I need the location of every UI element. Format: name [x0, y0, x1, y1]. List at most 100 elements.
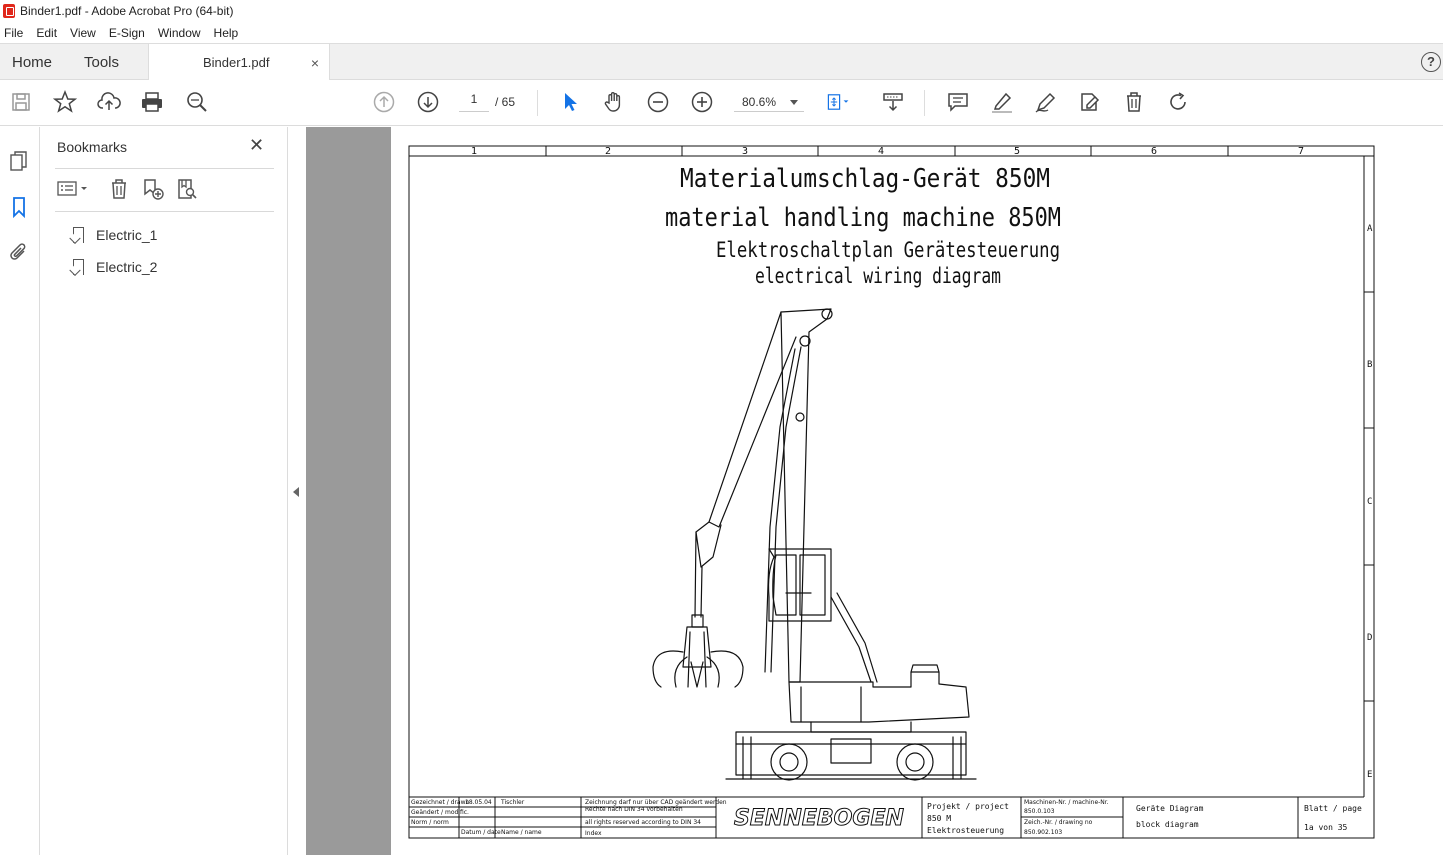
bookmark-label: Electric_2 — [96, 259, 158, 275]
title-bar: Binder1.pdf - Adobe Acrobat Pro (64-bit) — [0, 0, 1443, 22]
bookmark-icon — [73, 227, 84, 243]
bookmark-item-electric-2[interactable]: Electric_2 — [73, 257, 157, 277]
sheet-label: Blatt / page — [1304, 804, 1362, 813]
row-letter: C — [1367, 497, 1372, 507]
select-cursor-icon[interactable] — [558, 90, 582, 114]
row-letter: B — [1367, 360, 1372, 370]
name-label: Name / name — [501, 829, 542, 836]
acrobat-logo-icon — [3, 4, 15, 18]
diagram-title-en: block diagram — [1136, 820, 1199, 829]
menu-window[interactable]: Window — [158, 26, 201, 40]
draw-pen-icon[interactable] — [1034, 90, 1058, 114]
collapse-panel-icon[interactable] — [293, 487, 299, 497]
window-title: Binder1.pdf - Adobe Acrobat Pro (64-bit) — [20, 4, 234, 18]
hand-tool-icon[interactable] — [602, 90, 626, 114]
bookmarks-title: Bookmarks — [57, 139, 128, 155]
zoom-in-icon[interactable] — [690, 90, 714, 114]
page-fit-icon[interactable] — [826, 90, 850, 114]
zoom-out-icon[interactable] — [646, 90, 670, 114]
drawn-date: 18.05.04 — [465, 799, 492, 806]
find-bookmark-icon[interactable] — [175, 177, 199, 201]
bookmark-icon — [73, 259, 84, 275]
column-number: 7 — [1298, 146, 1304, 157]
pdf-page: 1 2 3 4 5 6 7 A B C D E Materialumschlag… — [391, 127, 1443, 855]
row-letter: D — [1367, 633, 1372, 643]
toolbar-divider — [924, 90, 925, 116]
cloud-upload-icon[interactable] — [97, 90, 121, 114]
divider — [55, 168, 274, 169]
checked-label: Geändert / modific. — [411, 809, 469, 816]
menu-esign[interactable]: E-Sign — [109, 26, 145, 40]
drawn-label: Gezeichnet / drawn — [411, 799, 469, 806]
drawn-name: Tischler — [500, 799, 525, 806]
scroll-mode-icon[interactable] — [881, 90, 905, 114]
bookmark-item-electric-1[interactable]: Electric_1 — [73, 225, 157, 245]
delete-icon[interactable] — [1122, 90, 1146, 114]
highlighter-icon[interactable] — [990, 90, 1014, 114]
star-icon[interactable] — [53, 90, 77, 114]
drawing-number-label: Zeich.-Nr. / drawing no — [1024, 819, 1093, 826]
comment-icon[interactable] — [946, 90, 970, 114]
bookmarks-panel-icon[interactable] — [7, 195, 31, 219]
page-thumbnails-icon[interactable] — [7, 149, 31, 173]
column-number: 4 — [878, 146, 884, 157]
close-icon[interactable]: ✕ — [249, 135, 264, 156]
tab-document[interactable]: Binder1.pdf × — [148, 44, 330, 81]
chevron-down-icon[interactable] — [790, 100, 798, 105]
sennebogen-logo: SENNEBOGEN — [734, 806, 904, 831]
document-viewport[interactable]: 1 2 3 4 5 6 7 A B C D E Materialumschlag… — [306, 127, 1443, 855]
din-note: Rechte nach DIN 34 vorbehalten — [585, 806, 683, 813]
project-label: Projekt / project — [927, 802, 1009, 811]
divider — [55, 211, 274, 212]
sheet-value: 1a von 35 — [1304, 823, 1348, 832]
print-icon[interactable] — [140, 90, 164, 114]
attachments-icon[interactable] — [7, 241, 31, 265]
norm-label: Norm / norm — [411, 819, 449, 826]
drawing-title-de: Materialumschlag-Gerät 850M — [680, 164, 1050, 194]
drawing-number-value: 850.902.103 — [1024, 829, 1062, 836]
menu-edit[interactable]: Edit — [36, 26, 57, 40]
previous-page-icon[interactable] — [372, 90, 396, 114]
bookmarks-panel: Bookmarks ✕ Electric_1 Electric_2 — [41, 127, 288, 855]
next-page-icon[interactable] — [416, 90, 440, 114]
drawing-title-en: material handling machine 850M — [665, 203, 1061, 233]
delete-bookmark-icon[interactable] — [107, 177, 131, 201]
search-icon[interactable] — [185, 90, 209, 114]
menu-help[interactable]: Help — [214, 26, 239, 40]
tab-bar: Home Tools Binder1.pdf × ? — [0, 43, 1443, 81]
material-handler-illustration — [652, 308, 977, 781]
column-number: 5 — [1014, 146, 1020, 157]
toolbar — [0, 80, 1443, 126]
column-number: 3 — [742, 146, 748, 157]
drawing-subtitle-en: electrical wiring diagram — [755, 264, 1001, 288]
menu-file[interactable]: File — [4, 26, 23, 40]
bookmark-options-icon[interactable] — [55, 177, 91, 201]
machine-label: Maschinen-Nr. / machine-Nr. — [1024, 799, 1109, 806]
tab-tools[interactable]: Tools — [84, 44, 119, 80]
column-number: 1 — [471, 146, 477, 157]
tab-document-label: Binder1.pdf — [203, 55, 270, 70]
page-number-input[interactable]: 1 — [459, 92, 489, 112]
toolbar-divider — [537, 90, 538, 116]
date-label: Datum / date — [461, 829, 501, 836]
save-icon[interactable] — [9, 90, 33, 114]
panel-splitter[interactable] — [288, 127, 306, 855]
menu-view[interactable]: View — [70, 26, 96, 40]
rotate-icon[interactable] — [1166, 90, 1190, 114]
technical-drawing: 1 2 3 4 5 6 7 A B C D E Materialumschlag… — [408, 145, 1375, 839]
help-icon[interactable]: ? — [1421, 52, 1441, 72]
new-bookmark-icon[interactable] — [141, 177, 165, 201]
project-value: 850 M — [927, 814, 951, 823]
tab-home[interactable]: Home — [12, 44, 52, 80]
row-letter: E — [1367, 770, 1372, 780]
drawing-subtitle-de: Elektroschaltplan Gerätesteuerung — [716, 238, 1060, 262]
cad-note: Zeichnung darf nur über CAD geändert wer… — [585, 799, 727, 806]
page-total: / 65 — [495, 95, 516, 109]
bookmark-label: Electric_1 — [96, 227, 158, 243]
left-navigation-rail — [0, 127, 40, 855]
column-number: 2 — [605, 146, 611, 157]
fill-sign-icon[interactable] — [1078, 90, 1102, 114]
close-tab-icon[interactable]: × — [311, 55, 319, 71]
index-label: Index — [585, 830, 602, 837]
diagram-title-de: Geräte Diagram — [1136, 804, 1204, 813]
